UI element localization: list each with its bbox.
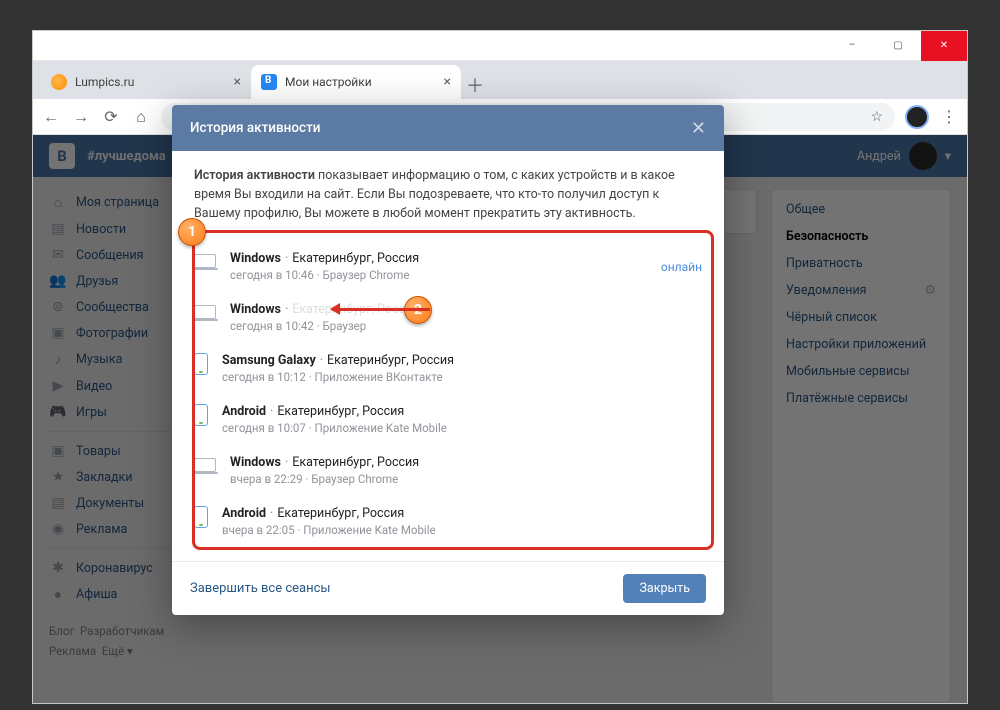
- modal-description: История активности показывает информацию…: [172, 151, 724, 235]
- close-tab-icon[interactable]: ×: [234, 74, 241, 90]
- sessions-list: Windows·Екатеринбург, Россия сегодня в 1…: [172, 235, 724, 561]
- device-name: Android: [222, 506, 266, 521]
- minimize-button[interactable]: –: [829, 31, 875, 61]
- window-titlebar: – ▢ ✕: [33, 31, 967, 61]
- favicon-vk: [261, 74, 277, 90]
- phone-icon: [194, 353, 208, 375]
- session-row[interactable]: Windows·Екатеринбург, Россия сегодня в 1…: [194, 292, 702, 343]
- session-time: сегодня в 10:42 · Браузер: [230, 319, 419, 333]
- session-row[interactable]: Android·Екатеринбург, Россия вчера в 22:…: [194, 496, 702, 547]
- session-text: Windows·Екатеринбург, Россия вчера в 22:…: [230, 455, 419, 486]
- session-text: Windows·Екатеринбург, Россия сегодня в 1…: [230, 251, 419, 282]
- reload-button[interactable]: ⟳: [101, 107, 121, 126]
- modal-header: История активности ✕: [172, 105, 724, 151]
- session-row[interactable]: Android·Екатеринбург, Россия сегодня в 1…: [194, 394, 702, 445]
- maximize-button[interactable]: ▢: [875, 31, 921, 61]
- device-name: Windows: [230, 251, 281, 266]
- laptop-icon: [194, 458, 216, 472]
- close-window-button[interactable]: ✕: [921, 31, 967, 61]
- tab-label: Lumpics.ru: [75, 75, 134, 89]
- session-row[interactable]: Windows·Екатеринбург, Россия вчера в 22:…: [194, 445, 702, 496]
- close-modal-button[interactable]: Закрыть: [623, 574, 706, 603]
- session-time: сегодня в 10:46 · Браузер Chrome: [230, 268, 419, 282]
- back-button[interactable]: ←: [41, 107, 61, 127]
- device-name: Android: [222, 404, 266, 419]
- device-name: Windows: [230, 302, 281, 317]
- device-name: Windows: [230, 455, 281, 470]
- close-tab-icon[interactable]: ×: [444, 74, 451, 90]
- location-text: Екатеринбург, Россия: [327, 353, 454, 368]
- profile-avatar[interactable]: [905, 105, 929, 129]
- end-all-sessions-link[interactable]: Завершить все сеансы: [190, 581, 331, 596]
- modal-close-button[interactable]: ✕: [691, 118, 706, 139]
- phone-icon: [194, 506, 208, 528]
- tab-label: Мои настройки: [285, 75, 372, 89]
- device-name: Samsung Galaxy: [222, 353, 316, 368]
- tab-strip: Lumpics.ru × Мои настройки × ＋: [33, 61, 967, 99]
- location-text: Екатеринбург, Россия: [292, 251, 419, 266]
- session-text: Samsung Galaxy·Екатеринбург, Россия сего…: [222, 353, 454, 384]
- home-button[interactable]: ⌂: [131, 107, 151, 127]
- session-row[interactable]: Windows·Екатеринбург, Россия сегодня в 1…: [194, 241, 702, 292]
- annotation-arrow: [332, 308, 430, 311]
- location-text: Екатеринбург, Россия: [292, 455, 419, 470]
- phone-icon: [194, 404, 208, 426]
- modal-title: История активности: [190, 120, 321, 136]
- favicon-lumpics: [51, 74, 67, 90]
- annotation-badge-1: 1: [178, 218, 206, 246]
- new-tab-button[interactable]: ＋: [461, 71, 489, 99]
- modal-footer: Завершить все сеансы Закрыть: [172, 561, 724, 615]
- laptop-icon: [194, 305, 216, 319]
- session-time: вчера в 22:29 · Браузер Chrome: [230, 472, 419, 486]
- desc-bold: История активности: [194, 168, 315, 183]
- tab-vk-settings[interactable]: Мои настройки ×: [251, 65, 461, 99]
- forward-button[interactable]: →: [71, 107, 91, 127]
- session-time: вчера в 22:05 · Приложение Kate Mobile: [222, 523, 436, 537]
- session-time: сегодня в 10:12 · Приложение ВКонтакте: [222, 370, 454, 384]
- bookmark-star-icon[interactable]: ☆: [870, 109, 883, 125]
- location-text: Екатеринбург, Россия: [277, 404, 404, 419]
- online-label: онлайн: [661, 260, 702, 274]
- session-text: Android·Екатеринбург, Россия сегодня в 1…: [222, 404, 447, 435]
- activity-history-modal: История активности ✕ История активности …: [172, 105, 724, 615]
- laptop-icon: [194, 254, 216, 268]
- session-time: сегодня в 10:07 · Приложение Kate Mobile: [222, 421, 447, 435]
- menu-button[interactable]: ⋮: [939, 107, 959, 126]
- location-text: Екатеринбург, Россия: [277, 506, 404, 521]
- tab-lumpics[interactable]: Lumpics.ru ×: [41, 65, 251, 99]
- session-row[interactable]: Samsung Galaxy·Екатеринбург, Россия сего…: [194, 343, 702, 394]
- session-text: Android·Екатеринбург, Россия вчера в 22:…: [222, 506, 436, 537]
